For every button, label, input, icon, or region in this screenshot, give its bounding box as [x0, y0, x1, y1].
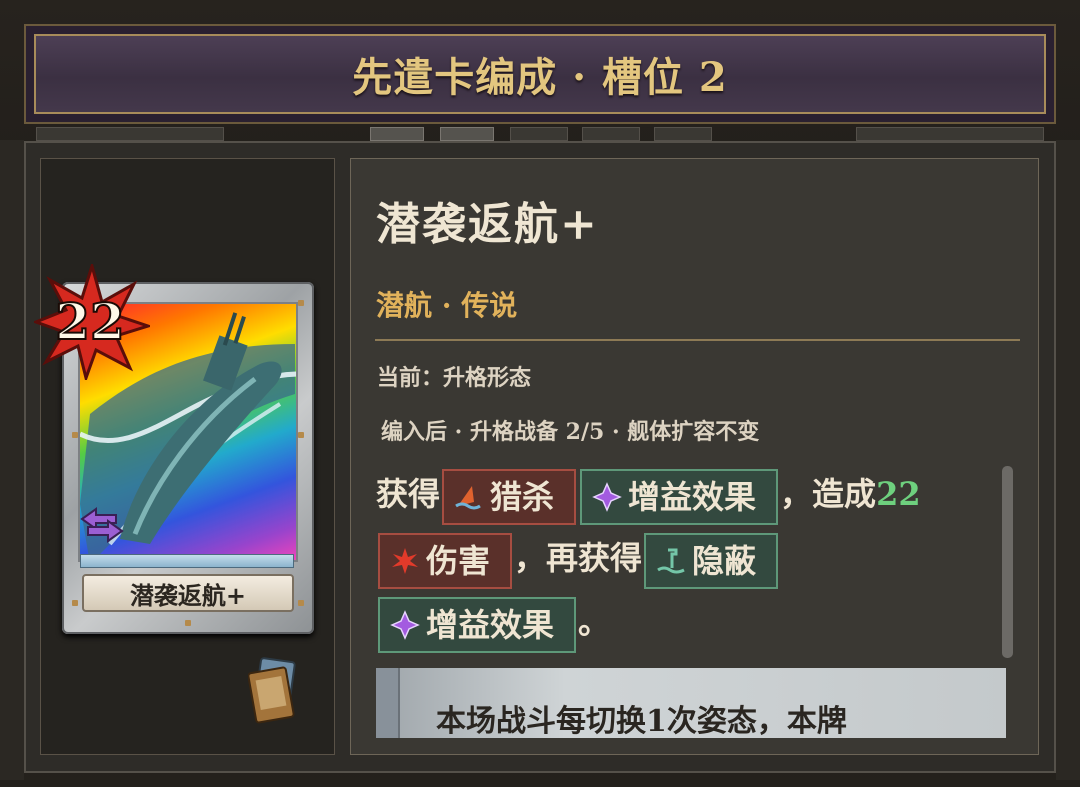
page-title: 先遣卡编成 · 槽位 2: [352, 54, 728, 101]
background-side-right: [1056, 140, 1080, 780]
keyword-hunt[interactable]: 猎杀: [442, 468, 577, 525]
slot-tab[interactable]: [440, 127, 494, 141]
desc-text: 。: [578, 603, 611, 641]
background-side-left: [0, 140, 24, 780]
title-banner-inner: 先遣卡编成 · 槽位 2: [34, 34, 1046, 114]
card-progress-bar: [80, 554, 294, 568]
desc-text: 获得: [376, 475, 441, 513]
stance-swap-icon: [80, 507, 124, 543]
card-rivet: [72, 432, 78, 438]
deck-icon[interactable]: [248, 656, 300, 726]
effect-text: 本场战斗每切换1次姿态，本牌: [436, 704, 847, 738]
keyword-label: 猎杀: [490, 477, 555, 516]
sparkle-icon: [390, 609, 420, 640]
desc-text: ，再获得: [514, 539, 643, 577]
damage-value: 22: [876, 475, 921, 513]
card-rivet: [185, 620, 191, 626]
keyword-label: 隐蔽: [692, 541, 757, 580]
card-rivet: [298, 432, 304, 438]
slot-tab[interactable]: [654, 127, 712, 141]
shark-fin-icon: [455, 485, 481, 509]
slot-tab[interactable]: [36, 127, 224, 141]
desc-text: ，造成: [780, 475, 877, 513]
card-rivet: [72, 600, 78, 606]
keyword-damage[interactable]: 伤害: [378, 532, 513, 589]
periscope-icon: [657, 548, 685, 573]
keyword-label: 伤害: [426, 541, 491, 580]
slot-tab[interactable]: [510, 127, 568, 141]
title-banner: 先遣卡编成 · 槽位 2: [24, 24, 1056, 124]
card-rivet: [298, 600, 304, 606]
card-rivet: [298, 300, 304, 306]
card-description: 获得 猎杀 增益效果 ，造成22 伤害 ，再获得 隐蔽 增益效果。: [376, 462, 996, 654]
burst-icon: [392, 547, 418, 574]
keyword-label: 增益效果: [426, 605, 555, 644]
keyword-label: 增益效果: [628, 477, 757, 516]
divider: [375, 339, 1020, 341]
card-cost: 22: [54, 291, 126, 352]
sparkle-icon: [592, 481, 622, 512]
card-equip-info: 编入后 · 升格战备 2/5 · 舰体扩容不变: [381, 419, 760, 445]
card-name: 潜袭返航+: [82, 574, 294, 612]
card-detail-title: 潜袭返航+: [376, 199, 599, 250]
description-scrollbar[interactable]: [1002, 466, 1013, 658]
slot-tabs: [0, 127, 1080, 141]
effect-panel: 本场战斗每切换1次姿态，本牌: [376, 668, 1006, 738]
slot-tab[interactable]: [370, 127, 424, 141]
keyword-buff[interactable]: 增益效果: [580, 468, 779, 525]
keyword-stealth[interactable]: 隐蔽: [644, 532, 779, 589]
effect-rail: [376, 668, 400, 738]
slot-tab[interactable]: [856, 127, 1044, 141]
card-rarity: 潜航 · 传说: [376, 289, 518, 322]
slot-tab[interactable]: [582, 127, 640, 141]
keyword-buff[interactable]: 增益效果: [378, 596, 577, 653]
card-state: 当前：升格形态: [377, 365, 532, 391]
